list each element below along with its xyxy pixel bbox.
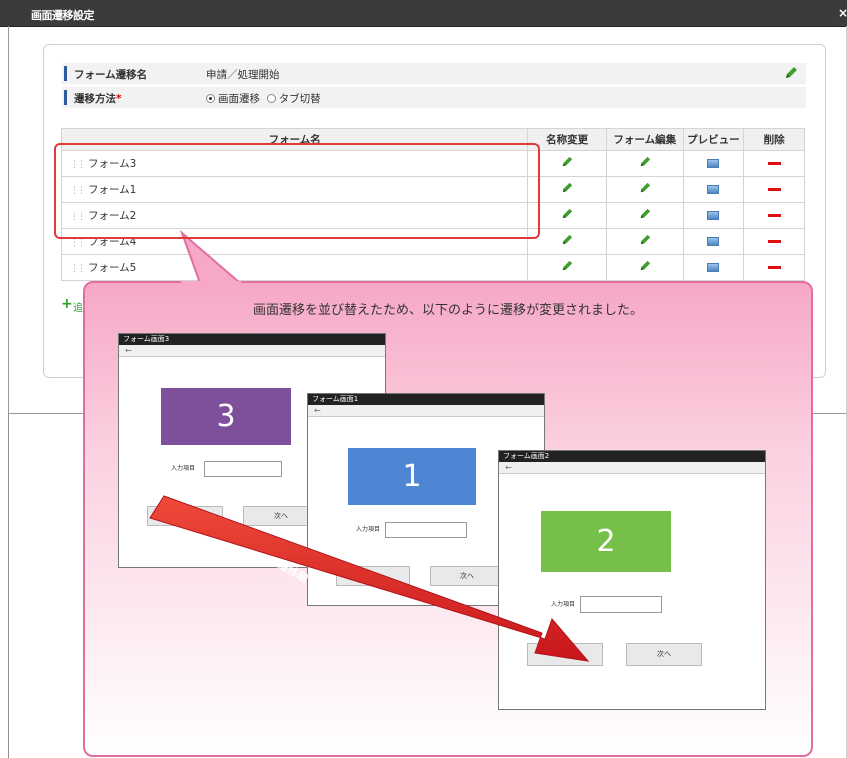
transition-order-arrow	[149, 495, 590, 662]
